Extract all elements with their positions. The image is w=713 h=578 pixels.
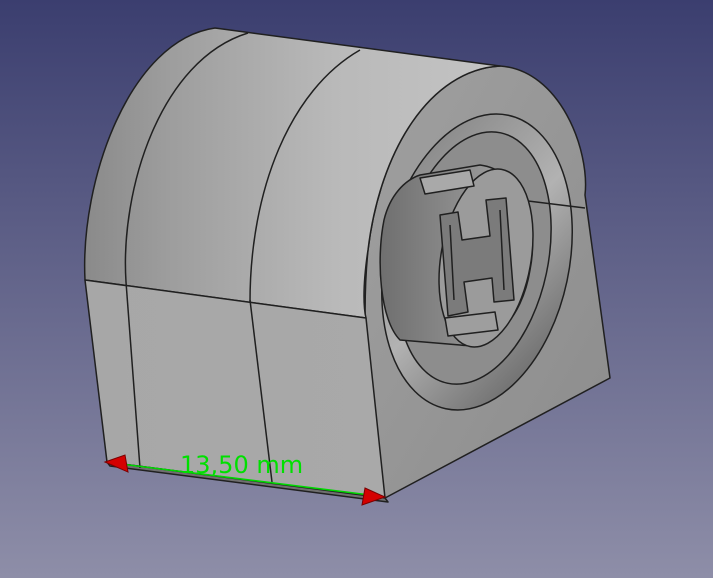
- 3d-viewport[interactable]: 13,50 mm: [0, 0, 713, 578]
- dimension-label[interactable]: 13,50 mm: [180, 451, 303, 479]
- 3d-scene[interactable]: 13,50 mm: [0, 0, 713, 578]
